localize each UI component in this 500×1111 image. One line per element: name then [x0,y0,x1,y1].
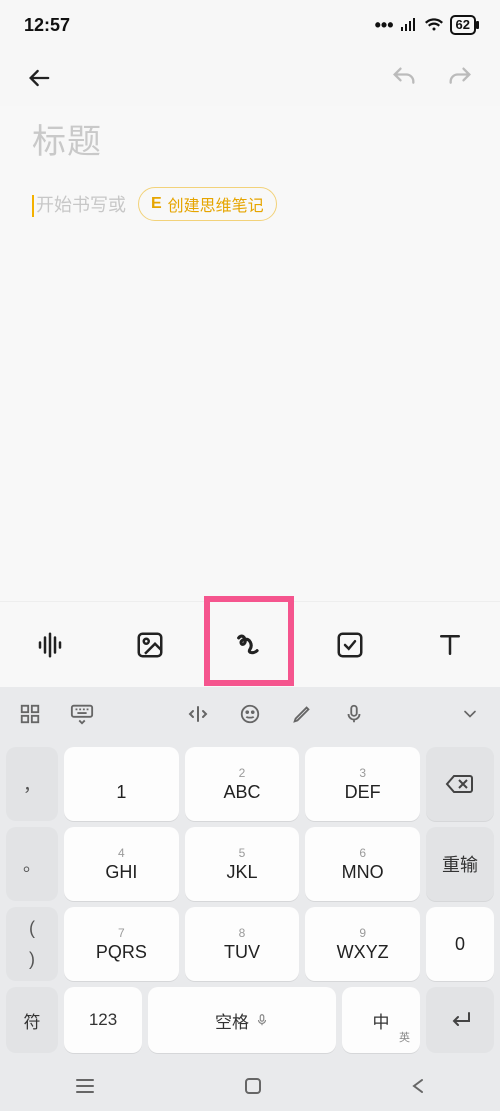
collapse-keyboard-icon[interactable] [458,702,482,726]
tutorial-highlight [204,596,294,686]
keypad-grid: 1 2ABC 3DEF 4GHI 5JKL 6MNO 7PQRS 8TUV 9W… [64,747,420,981]
key-2[interactable]: 2ABC [185,747,300,821]
signal-icon [400,18,418,32]
key-6[interactable]: 6MNO [305,827,420,901]
key-0[interactable]: 0 [426,907,494,981]
cursor-move-icon[interactable] [186,702,210,726]
punct-key-parens[interactable]: ( ) [6,907,58,981]
pencil-icon[interactable] [290,702,314,726]
soft-keyboard: ， 。 ( ) 1 2ABC 3DEF 4GHI 5JKL 6MNO [0,687,500,1061]
language-key[interactable]: 中 英 [342,987,420,1053]
key-4[interactable]: 4GHI [64,827,179,901]
text-cursor [32,195,34,217]
battery-indicator: 62 [450,15,476,35]
punct-key-period[interactable]: 。 [6,827,58,901]
image-tool[interactable] [131,626,169,664]
reinput-key[interactable]: 重输 [426,827,494,901]
chip-label: 创建思维笔记 [168,192,264,216]
status-bar: 12:57 ••• 62 [0,0,500,50]
punct-key-comma[interactable]: ， [6,747,58,821]
mic-small-icon [255,1013,269,1027]
text-format-tool[interactable] [431,626,469,664]
numbers-key[interactable]: 123 [64,987,142,1053]
back-button[interactable] [24,62,56,94]
key-7[interactable]: 7PQRS [64,907,179,981]
wifi-icon [424,18,444,32]
voice-tool[interactable] [31,626,69,664]
body-input[interactable]: 开始书写或 [32,191,126,217]
nav-recent-icon[interactable] [74,1077,96,1095]
editor-toolbar [0,601,500,687]
mic-icon[interactable] [342,702,366,726]
system-nav-bar [0,1061,500,1111]
keyboard-mode-icon[interactable] [70,702,94,726]
key-9[interactable]: 9WXYZ [305,907,420,981]
title-input[interactable]: 标题 [32,114,468,163]
status-time: 12:57 [24,15,70,36]
app-header [0,50,500,106]
redo-button[interactable] [444,62,476,94]
nav-back-icon[interactable] [410,1076,426,1096]
nav-home-icon[interactable] [243,1076,263,1096]
keyboard-strip [0,687,500,741]
grid-icon[interactable] [18,702,42,726]
key-5[interactable]: 5JKL [185,827,300,901]
symbols-key[interactable]: 符 [6,987,58,1053]
create-mindnote-chip[interactable]: E 创建思维笔记 [138,187,277,221]
key-1[interactable]: 1 [64,747,179,821]
space-key[interactable]: 空格 [148,987,336,1053]
key-3[interactable]: 3DEF [305,747,420,821]
dots-icon: ••• [375,15,394,36]
backspace-key[interactable] [426,747,494,821]
emoji-icon[interactable] [238,702,262,726]
mindnote-icon: E [151,195,162,213]
editor-area[interactable]: 标题 开始书写或 E 创建思维笔记 [0,106,500,601]
status-icons: ••• 62 [375,15,476,36]
checkbox-tool[interactable] [331,626,369,664]
enter-key[interactable] [426,987,494,1053]
undo-button[interactable] [388,62,420,94]
key-8[interactable]: 8TUV [185,907,300,981]
